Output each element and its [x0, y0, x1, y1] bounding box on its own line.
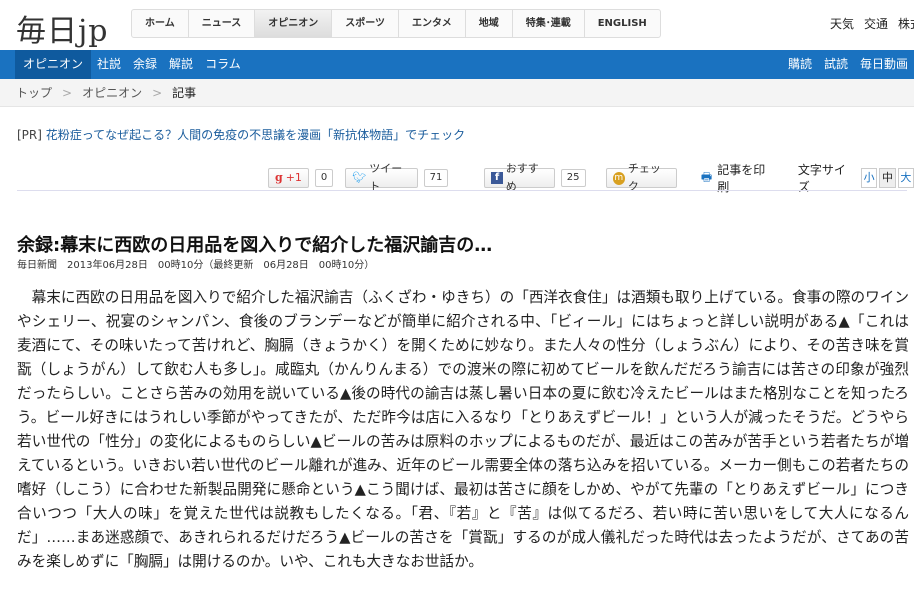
section-nav: オピニオン 社説 余録 解説 コラム 購読 試読 毎日動画	[0, 50, 914, 79]
divider	[17, 190, 907, 191]
subnav-editorial[interactable]: 社説	[91, 50, 127, 79]
article-body: 幕末に西欧の日用品を図入りで紹介した福沢諭吉（ふくざわ・ゆきち）の「西洋衣食住」…	[17, 289, 909, 570]
pr-ad: [PR] 花粉症ってなぜ起こる？人間の免疫の不思議を漫画「新抗体物語」でチェック	[17, 126, 465, 143]
gplus-icon: g	[275, 171, 283, 184]
breadcrumb: トップ > オピニオン > 記事	[0, 79, 914, 107]
font-size-small[interactable]: 小	[860, 168, 878, 188]
gplus-count: 0	[314, 169, 334, 187]
article-meta: 毎日新聞 2013年06月28日 00時10分（最終更新 06月28日 00時1…	[17, 260, 375, 271]
pr-link[interactable]: 花粉症ってなぜ起こる？人間の免疫の不思議を漫画「新抗体物語」でチェック	[46, 128, 465, 142]
breadcrumb-separator: >	[62, 85, 73, 100]
link-video[interactable]: 毎日動画	[854, 50, 914, 79]
link-traffic[interactable]: 交通	[864, 15, 888, 32]
nav-opinion[interactable]: オピニオン	[255, 10, 333, 37]
breadcrumb-opinion[interactable]: オピニオン	[82, 84, 142, 101]
tweet-count: 71	[423, 169, 449, 187]
link-subscribe[interactable]: 購読	[782, 50, 818, 79]
link-trial[interactable]: 試読	[818, 50, 854, 79]
subnav-analysis[interactable]: 解説	[163, 50, 199, 79]
global-nav: ホーム ニュース オピニオン スポーツ エンタメ 地域 特集･連載 ENGLIS…	[131, 9, 661, 38]
nav-news[interactable]: ニュース	[189, 10, 256, 37]
utility-links: 天気 交通 株式	[830, 15, 914, 32]
fb-count: 25	[560, 169, 586, 187]
mixi-icon: m	[612, 171, 625, 185]
facebook-like-button[interactable]: f おすすめ	[484, 162, 555, 193]
gplus-label: +1	[285, 171, 302, 184]
printer-icon: 🖶	[700, 169, 713, 184]
nav-home[interactable]: ホーム	[132, 10, 189, 37]
twitter-bird-icon: 🐦︎	[352, 171, 367, 184]
nav-entame[interactable]: エンタメ	[399, 10, 466, 37]
nav-features[interactable]: 特集･連載	[513, 10, 585, 37]
link-stocks[interactable]: 株式	[898, 15, 914, 32]
font-size-large[interactable]: 大	[897, 168, 914, 188]
subnav-opinion[interactable]: オピニオン	[15, 50, 92, 79]
breadcrumb-separator: >	[152, 85, 163, 100]
facebook-icon: f	[491, 172, 503, 184]
breadcrumb-top[interactable]: トップ	[16, 84, 52, 101]
mixi-check-button[interactable]: m チェック	[605, 162, 677, 193]
subnav-column[interactable]: コラム	[199, 50, 247, 79]
breadcrumb-current: 記事	[172, 86, 197, 100]
link-weather[interactable]: 天気	[830, 15, 854, 32]
gplus-button[interactable]: g +1	[268, 168, 309, 188]
nav-sports[interactable]: スポーツ	[332, 10, 400, 37]
tweet-button[interactable]: 🐦︎ ツイート	[345, 162, 418, 193]
pr-tag: [PR]	[17, 128, 42, 142]
article-title: 余録:幕末に西欧の日用品を図入りで紹介した福沢諭吉の…	[17, 235, 493, 256]
font-size-medium[interactable]: 中	[879, 168, 896, 188]
nav-english[interactable]: ENGLISH	[585, 10, 660, 37]
nav-region[interactable]: 地域	[466, 10, 513, 37]
subnav-yoroku[interactable]: 余録	[127, 50, 163, 79]
site-logo[interactable]: 毎日jp	[16, 6, 109, 50]
